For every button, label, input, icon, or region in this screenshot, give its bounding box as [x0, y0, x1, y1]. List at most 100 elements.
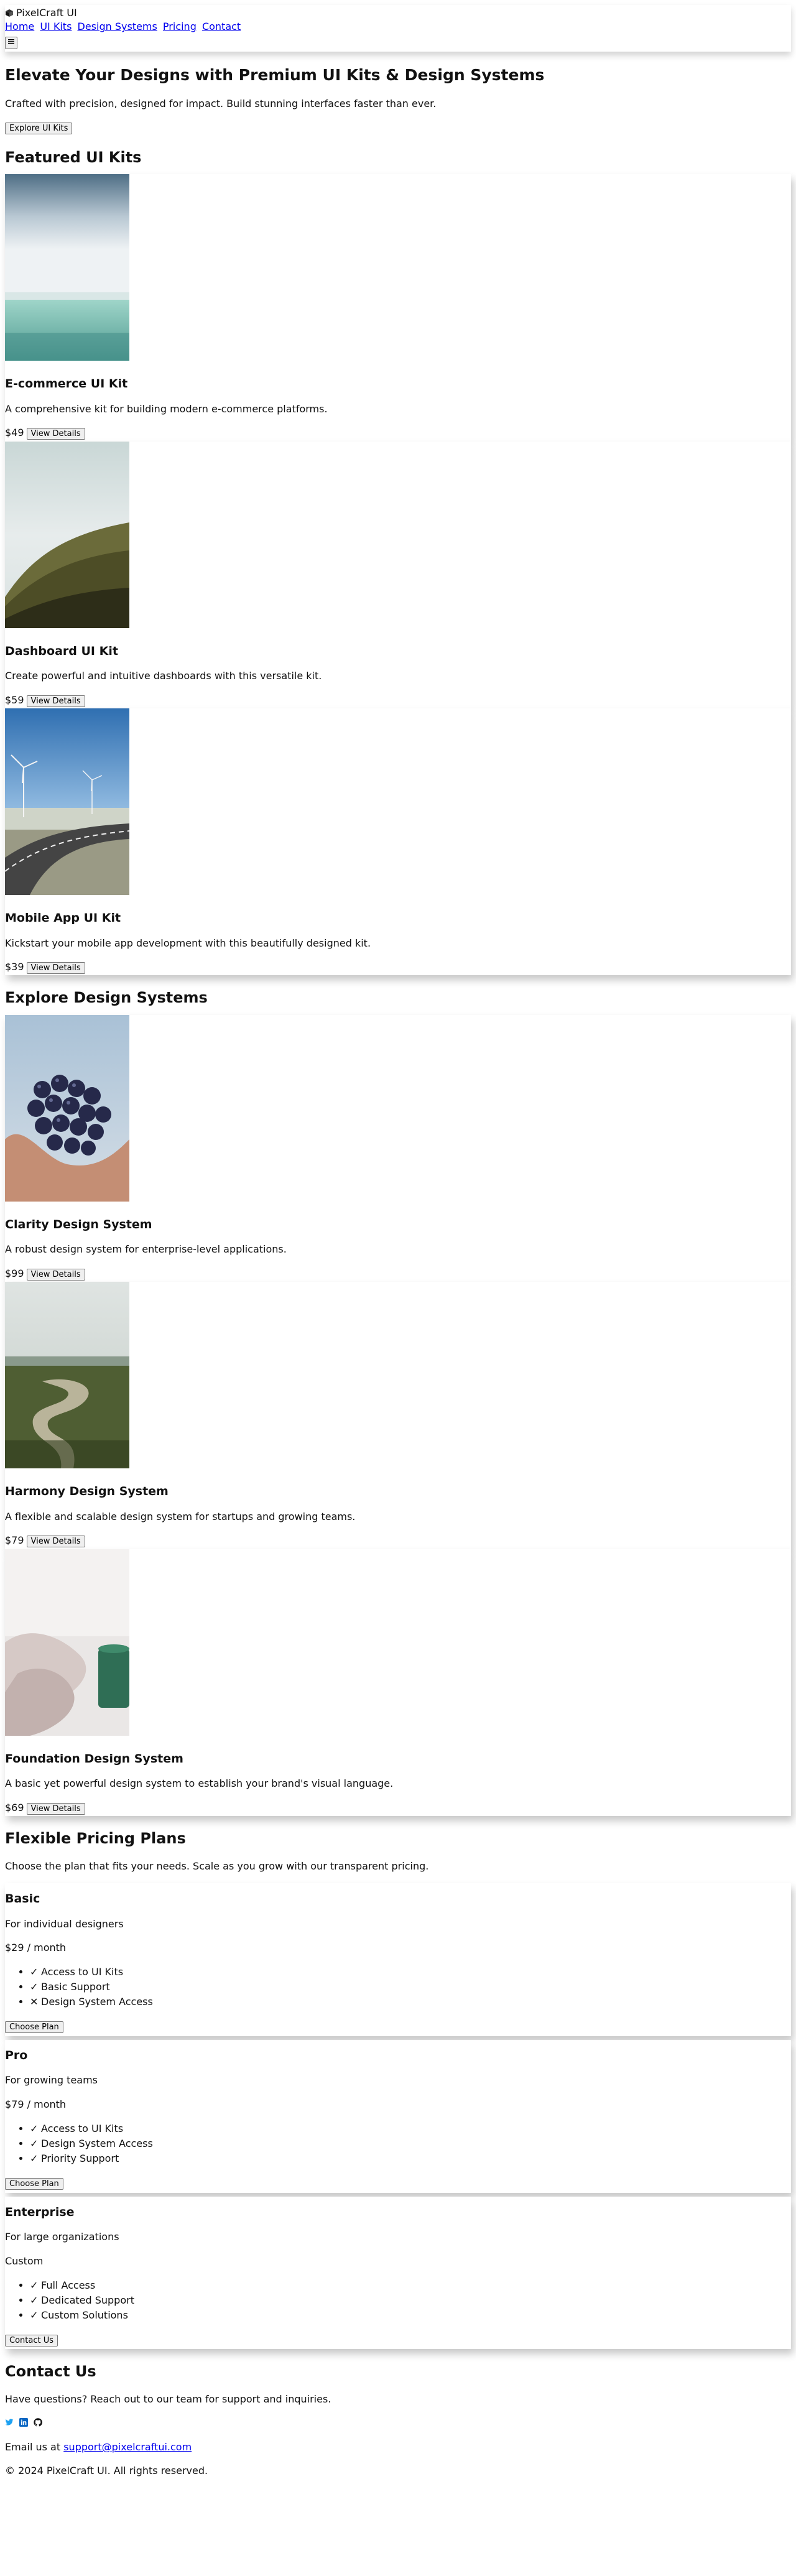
check-icon: ✓	[30, 2138, 39, 2150]
plan-pro: Pro For growing teams $79 / month ✓Acces…	[5, 2039, 791, 2193]
copyright: © 2024 PixelCraft UI. All rights reserve…	[5, 2465, 208, 2477]
check-icon: ✓	[30, 2152, 39, 2165]
check-icon: ✓	[30, 2279, 39, 2291]
pricing-heading: Flexible Pricing Plans	[5, 1830, 186, 1847]
card-price: $39	[5, 960, 24, 973]
site-header: PixelCraft UI Home UI Kits Design System…	[5, 5, 791, 52]
plan-feature: ✓Basic Support	[30, 1980, 791, 1995]
design-system-card: Foundation Design System A basic yet pow…	[5, 1549, 791, 1816]
plan-audience: For individual designers	[5, 1917, 124, 1930]
system-image-river-forest	[5, 1282, 129, 1469]
check-icon: ✓	[30, 2309, 39, 2321]
plan-feature: ✓Priority Support	[30, 2151, 791, 2166]
card-title: Harmony Design System	[5, 1485, 169, 1499]
plan-name: Enterprise	[5, 2205, 75, 2219]
plan-feature: ✓Design System Access	[30, 2136, 791, 2151]
card-title: E-commerce UI Kit	[5, 377, 128, 391]
plan-audience: For large organizations	[5, 2231, 119, 2243]
plan-features: ✓Full Access ✓Dedicated Support ✓Custom …	[5, 2278, 791, 2323]
choose-plan-button[interactable]: Choose Plan	[5, 2021, 63, 2034]
view-details-button[interactable]: View Details	[26, 1536, 85, 1548]
system-image-cozy-mug	[5, 1549, 129, 1736]
kit-image-green-hillside	[5, 441, 129, 628]
plan-name: Pro	[5, 2048, 28, 2062]
choose-plan-button[interactable]: Choose Plan	[5, 2178, 63, 2190]
card-description: A flexible and scalable design system fo…	[5, 1510, 356, 1522]
explore-ui-kits-button[interactable]: Explore UI Kits	[5, 123, 73, 135]
card-title: Clarity Design System	[5, 1217, 152, 1231]
social-links	[5, 2416, 791, 2430]
brand[interactable]: PixelCraft UI	[5, 6, 791, 20]
cross-icon: ✕	[30, 1996, 39, 2008]
menu-toggle-button[interactable]	[5, 36, 17, 49]
plan-name: Basic	[5, 1891, 40, 1906]
plan-features: ✓Access to UI Kits ✓Design System Access…	[5, 2121, 791, 2166]
plan-feature: ✓Custom Solutions	[30, 2308, 791, 2323]
plan-basic: Basic For individual designers $29 / mon…	[5, 1883, 791, 2036]
design-systems-heading: Explore Design Systems	[5, 989, 208, 1007]
card-price: $69	[5, 1801, 24, 1814]
pricing-section: Flexible Pricing Plans Choose the plan t…	[0, 1828, 796, 2350]
check-icon: ✓	[30, 2123, 39, 2135]
card-price: $79	[5, 1534, 24, 1547]
system-image-hands-with-grapes	[5, 1014, 129, 1202]
card-description: A robust design system for enterprise-le…	[5, 1243, 287, 1256]
pricing-intro: Choose the plan that fits your needs. Sc…	[5, 1860, 429, 1872]
linkedin-icon[interactable]	[19, 2417, 29, 2430]
nav-design-systems[interactable]: Design Systems	[78, 21, 157, 32]
view-details-button[interactable]: View Details	[26, 695, 85, 707]
main-nav: Home UI Kits Design Systems Pricing Cont…	[5, 20, 791, 34]
plan-feature: ✓Access to UI Kits	[30, 1965, 791, 1980]
contact-section: Contact Us Have questions? Reach out to …	[0, 2361, 796, 2478]
ui-kits-heading: Featured UI Kits	[5, 148, 142, 166]
plan-feature: ✓Access to UI Kits	[30, 2121, 791, 2136]
cube-icon	[6, 9, 13, 17]
card-title: Foundation Design System	[5, 1751, 183, 1766]
hamburger-icon	[8, 39, 14, 45]
card-description: Create powerful and intuitive dashboards…	[5, 670, 322, 682]
email-link[interactable]: support@pixelcraftui.com	[63, 2441, 192, 2453]
contact-text: Have questions? Reach out to our team fo…	[5, 2393, 331, 2405]
card-description: Kickstart your mobile app development wi…	[5, 937, 371, 949]
contact-us-button[interactable]: Contact Us	[5, 2334, 58, 2347]
nav-pricing[interactable]: Pricing	[163, 21, 197, 32]
plan-audience: For growing teams	[5, 2074, 98, 2087]
card-description: A basic yet powerful design system to es…	[5, 1777, 394, 1790]
kit-image-road-wind-turbines	[5, 708, 129, 895]
plan-feature: ✓Dedicated Support	[30, 2293, 791, 2308]
email-line: Email us at support@pixelcraftui.com	[5, 2440, 791, 2454]
plan-feature: ✕Design System Access	[30, 1995, 791, 2009]
plan-price: $29 / month	[5, 1941, 67, 1953]
check-icon: ✓	[30, 1966, 39, 1978]
view-details-button[interactable]: View Details	[26, 1802, 85, 1815]
card-price: $99	[5, 1267, 24, 1279]
design-system-card: Clarity Design System A robust design sy…	[5, 1014, 791, 1282]
view-details-button[interactable]: View Details	[26, 1268, 85, 1281]
card-price: $59	[5, 693, 24, 706]
ui-kits-section: Featured UI Kits E-commerce UI Kit A com…	[0, 147, 796, 976]
design-system-card: Harmony Design System A flexible and sca…	[5, 1282, 791, 1549]
nav-contact[interactable]: Contact	[202, 21, 241, 32]
card-price: $49	[5, 427, 24, 439]
twitter-icon[interactable]	[5, 2417, 15, 2430]
plan-price: Custom	[5, 2254, 44, 2267]
view-details-button[interactable]: View Details	[26, 428, 85, 440]
card-title: Dashboard UI Kit	[5, 644, 118, 658]
plan-enterprise: Enterprise For large organizations Custo…	[5, 2196, 791, 2350]
ui-kit-card: Dashboard UI Kit Create powerful and int…	[5, 441, 791, 708]
view-details-button[interactable]: View Details	[26, 961, 85, 974]
kit-image-sea-horizon	[5, 174, 129, 361]
contact-heading: Contact Us	[5, 2363, 96, 2381]
check-icon: ✓	[30, 2294, 39, 2306]
ui-kit-card: E-commerce UI Kit A comprehensive kit fo…	[5, 174, 791, 442]
check-icon: ✓	[30, 1981, 39, 1993]
nav-ui-kits[interactable]: UI Kits	[40, 21, 72, 32]
email-prefix: Email us at	[5, 2440, 61, 2453]
nav-home[interactable]: Home	[5, 21, 34, 32]
card-title: Mobile App UI Kit	[5, 910, 121, 925]
plan-price: $79 / month	[5, 2098, 67, 2110]
design-systems-section: Explore Design Systems Clarity Design Sy…	[0, 988, 796, 1816]
hero-title: Elevate Your Designs with Premium UI Kit…	[5, 65, 545, 84]
ui-kit-card: Mobile App UI Kit Kickstart your mobile …	[5, 708, 791, 976]
github-icon[interactable]	[34, 2417, 44, 2430]
